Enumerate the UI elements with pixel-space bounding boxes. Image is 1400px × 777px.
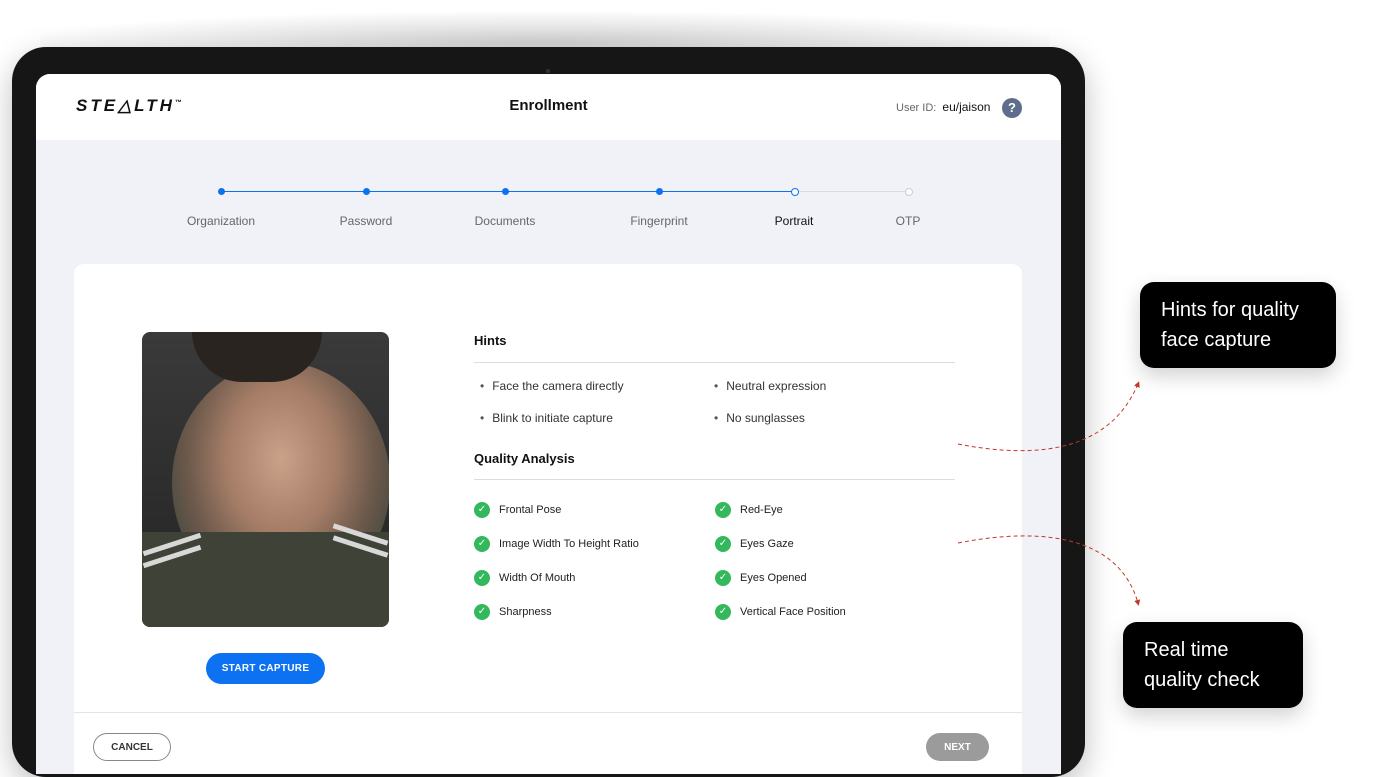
callout-line: face capture	[1161, 329, 1272, 351]
callout-line: quality check	[1144, 669, 1260, 691]
quality-arrow	[957, 535, 1141, 606]
callout-line: Real time	[1144, 639, 1229, 661]
hints-callout: Hints for quality face capture	[1140, 282, 1336, 368]
callout-line: Hints for quality	[1161, 299, 1299, 321]
quality-callout: Real time quality check	[1123, 622, 1303, 708]
hints-arrow	[957, 381, 1140, 452]
